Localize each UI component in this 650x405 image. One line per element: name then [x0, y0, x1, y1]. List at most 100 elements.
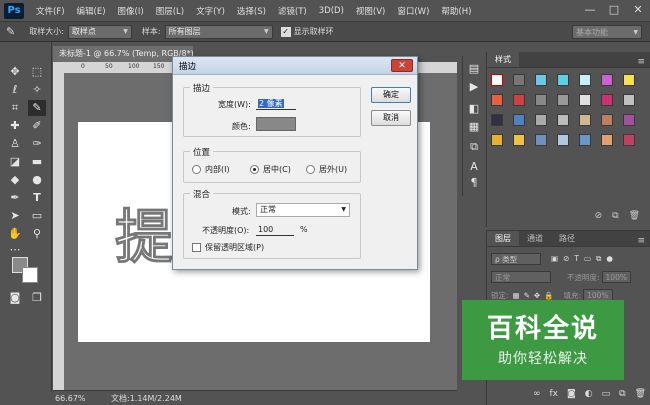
quick-select-tool-icon[interactable]: ✧	[28, 82, 46, 98]
new-group-icon[interactable]: ▭	[602, 389, 611, 399]
menu-help[interactable]: 帮助(H)	[441, 5, 471, 17]
style-swatch[interactable]	[513, 74, 525, 86]
style-swatch[interactable]	[623, 114, 635, 126]
paragraph-icon[interactable]: ¶	[466, 176, 482, 190]
new-layer-icon[interactable]: ⧉	[619, 389, 625, 399]
style-swatch[interactable]	[579, 134, 591, 146]
cancel-button[interactable]: 取消	[371, 110, 411, 126]
tab-channels[interactable]: 通道	[519, 231, 551, 246]
fx-icon[interactable]: fx	[550, 389, 559, 399]
trash-icon[interactable]: 🗑	[629, 211, 640, 221]
hand-tool-icon[interactable]: ✋	[6, 226, 24, 242]
add-mask-icon[interactable]: ◙	[567, 389, 576, 399]
opacity-input[interactable]: 100%	[601, 271, 631, 283]
tab-styles[interactable]: 样式	[487, 52, 519, 67]
eraser-tool-icon[interactable]: ◪	[6, 154, 24, 170]
type-tool-icon[interactable]: T	[28, 190, 46, 206]
character-icon[interactable]: A	[466, 160, 482, 174]
dialog-close-button[interactable]: ✕	[391, 59, 413, 72]
menu-window[interactable]: 窗口(W)	[397, 5, 429, 17]
style-swatch[interactable]	[579, 114, 591, 126]
style-swatch[interactable]	[557, 94, 569, 106]
width-input[interactable]: 2 像素	[256, 97, 296, 110]
blend-mode-select[interactable]: 正常	[491, 271, 551, 283]
history-icon[interactable]: ▤	[466, 62, 482, 76]
ok-button[interactable]: 确定	[371, 87, 411, 103]
layer-kind-filter[interactable]: ρ 类型	[491, 253, 541, 265]
dodge-tool-icon[interactable]: ●	[28, 172, 46, 188]
style-swatch[interactable]	[601, 74, 613, 86]
move-tool-icon[interactable]: ✥	[6, 64, 24, 80]
style-swatch[interactable]	[557, 134, 569, 146]
brush-tool-icon[interactable]: ✐	[28, 118, 46, 134]
canvas-text-selection[interactable]: 提	[114, 190, 175, 274]
restore-button[interactable]: □	[606, 3, 622, 17]
style-swatch[interactable]	[535, 134, 547, 146]
tab-layers[interactable]: 图层	[487, 231, 519, 246]
position-outside-radio[interactable]: 居外(U)	[306, 164, 347, 175]
minimize-button[interactable]: —	[582, 3, 598, 17]
tab-paths[interactable]: 路径	[551, 231, 583, 246]
history-brush-icon[interactable]: ✑	[28, 136, 46, 152]
opacity-input[interactable]: 100	[256, 223, 294, 236]
style-swatch[interactable]	[513, 134, 525, 146]
zoom-tool-icon[interactable]: ⚲	[28, 226, 46, 242]
style-swatch[interactable]	[535, 74, 547, 86]
screen-mode-icon[interactable]: ❐	[28, 290, 46, 306]
style-swatch[interactable]	[601, 134, 613, 146]
adjustments-icon[interactable]: ▦	[466, 120, 482, 134]
style-swatch[interactable]	[557, 74, 569, 86]
lasso-tool-icon[interactable]: ℓ	[6, 82, 24, 98]
blend-mode-select[interactable]: 正常 ▼	[256, 203, 350, 217]
style-swatch[interactable]	[491, 134, 503, 146]
style-swatch[interactable]	[557, 114, 569, 126]
style-swatch[interactable]	[491, 114, 503, 126]
stroke-color-swatch[interactable]	[256, 117, 296, 131]
style-swatch[interactable]	[491, 94, 503, 106]
style-swatch[interactable]	[513, 114, 525, 126]
clear-style-icon[interactable]: ⊘	[595, 211, 603, 221]
preserve-transparency-checkbox[interactable]: 保留透明区域(P)	[192, 242, 264, 253]
menu-layer[interactable]: 图层(L)	[156, 5, 184, 17]
menu-type[interactable]: 文字(Y)	[196, 5, 225, 17]
quick-mask-icon[interactable]: ◙	[6, 290, 24, 306]
sample-size-select[interactable]: 取样点 ▼	[67, 24, 132, 39]
menu-file[interactable]: 文件(F)	[36, 5, 65, 17]
menu-select[interactable]: 选择(S)	[237, 5, 266, 17]
menu-filter[interactable]: 滤镜(T)	[278, 5, 307, 17]
sample-select[interactable]: 所有图层 ▼	[164, 24, 273, 39]
eyedropper-icon[interactable]: ✎	[6, 25, 15, 38]
style-none[interactable]	[491, 74, 503, 86]
healing-tool-icon[interactable]: ✚	[6, 118, 24, 134]
blur-tool-icon[interactable]: ◆	[6, 172, 24, 188]
lock-icons[interactable]: ▦✎✥🔒	[513, 291, 558, 300]
eyedropper-tool-icon[interactable]: ✎	[28, 100, 46, 116]
new-style-icon[interactable]: ⧉	[612, 211, 618, 221]
menu-image[interactable]: 图像(I)	[118, 5, 144, 17]
style-swatch[interactable]	[623, 134, 635, 146]
style-swatch[interactable]	[623, 74, 635, 86]
dialog-titlebar[interactable]: 描边	[173, 57, 417, 75]
link-layers-icon[interactable]: ∞	[533, 389, 541, 399]
workspace-select[interactable]: 基本功能 ▼	[572, 25, 642, 39]
style-swatch[interactable]	[535, 94, 547, 106]
position-inside-radio[interactable]: 内部(I)	[192, 164, 230, 175]
style-swatch[interactable]	[513, 94, 525, 106]
panel-menu-icon[interactable]: ≡	[637, 57, 645, 67]
show-ring-checkbox[interactable]: ✓	[280, 26, 291, 37]
clone-source-icon[interactable]: ⧉	[466, 140, 482, 154]
actions-icon[interactable]: ▶	[466, 80, 482, 94]
style-swatch[interactable]	[579, 94, 591, 106]
position-center-radio[interactable]: 居中(C)	[250, 164, 291, 175]
background-color-swatch[interactable]	[22, 267, 38, 283]
delete-layer-icon[interactable]: 🗑	[635, 389, 646, 399]
crop-tool-icon[interactable]: ⌗	[6, 100, 24, 116]
stamp-tool-icon[interactable]: ♙	[6, 136, 24, 152]
marquee-tool-icon[interactable]: ⬚	[28, 64, 46, 80]
menu-view[interactable]: 视图(V)	[356, 5, 385, 17]
gradient-tool-icon[interactable]: ▬	[28, 154, 46, 170]
properties-icon[interactable]: ◧	[466, 102, 482, 116]
shape-tool-icon[interactable]: ▭	[28, 208, 46, 224]
style-swatch[interactable]	[601, 114, 613, 126]
path-select-tool-icon[interactable]: ➤	[6, 208, 24, 224]
